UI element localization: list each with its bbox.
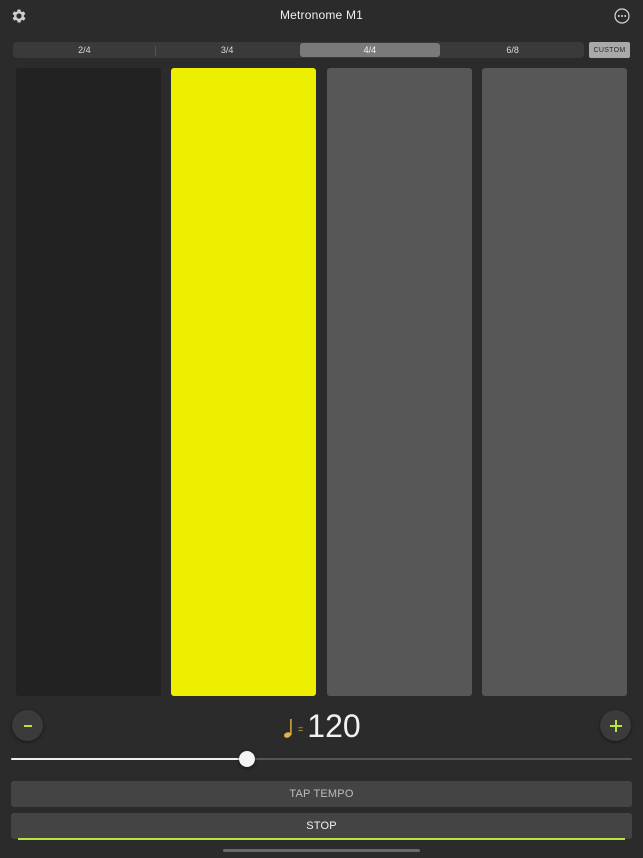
home-indicator	[223, 849, 420, 852]
more-icon[interactable]	[614, 8, 630, 24]
time-signature-3-4[interactable]: 3/4	[157, 43, 298, 57]
tempo-slider-track[interactable]	[11, 758, 632, 760]
metronome-app: Metronome M1 2/4 3/4 4/4 6/8 CUSTOM = 12…	[0, 0, 643, 858]
time-signature-6-8[interactable]: 6/8	[442, 43, 583, 57]
minus-icon	[23, 724, 32, 727]
tempo-display: = 120	[283, 706, 361, 746]
beat-indicator-3[interactable]	[327, 68, 472, 696]
app-title: Metronome M1	[279, 8, 364, 22]
time-signature-4-4[interactable]: 4/4	[299, 43, 441, 57]
time-signature-selector: 2/4 3/4 4/4 6/8	[13, 42, 584, 58]
beat-indicator-1[interactable]	[16, 68, 161, 696]
time-signature-2-4[interactable]: 2/4	[14, 43, 156, 57]
beat-indicator-4[interactable]	[482, 68, 627, 696]
stop-button[interactable]: STOP	[11, 813, 632, 839]
header-bar: Metronome M1	[0, 0, 643, 32]
tempo-slider-thumb[interactable]	[238, 751, 255, 767]
increment-tempo-button[interactable]	[600, 710, 631, 741]
beat-indicator-2[interactable]	[171, 68, 316, 696]
custom-button[interactable]: CUSTOM	[589, 42, 630, 58]
equals-sign: =	[298, 723, 304, 734]
stop-accent-line	[18, 838, 625, 840]
decrement-tempo-button[interactable]	[12, 710, 43, 741]
bpm-value: 120	[307, 708, 361, 744]
plus-icon	[609, 719, 622, 732]
tempo-slider-fill	[11, 758, 247, 760]
tap-tempo-button[interactable]: TAP TEMPO	[11, 781, 632, 807]
quarter-note-icon	[284, 719, 292, 738]
